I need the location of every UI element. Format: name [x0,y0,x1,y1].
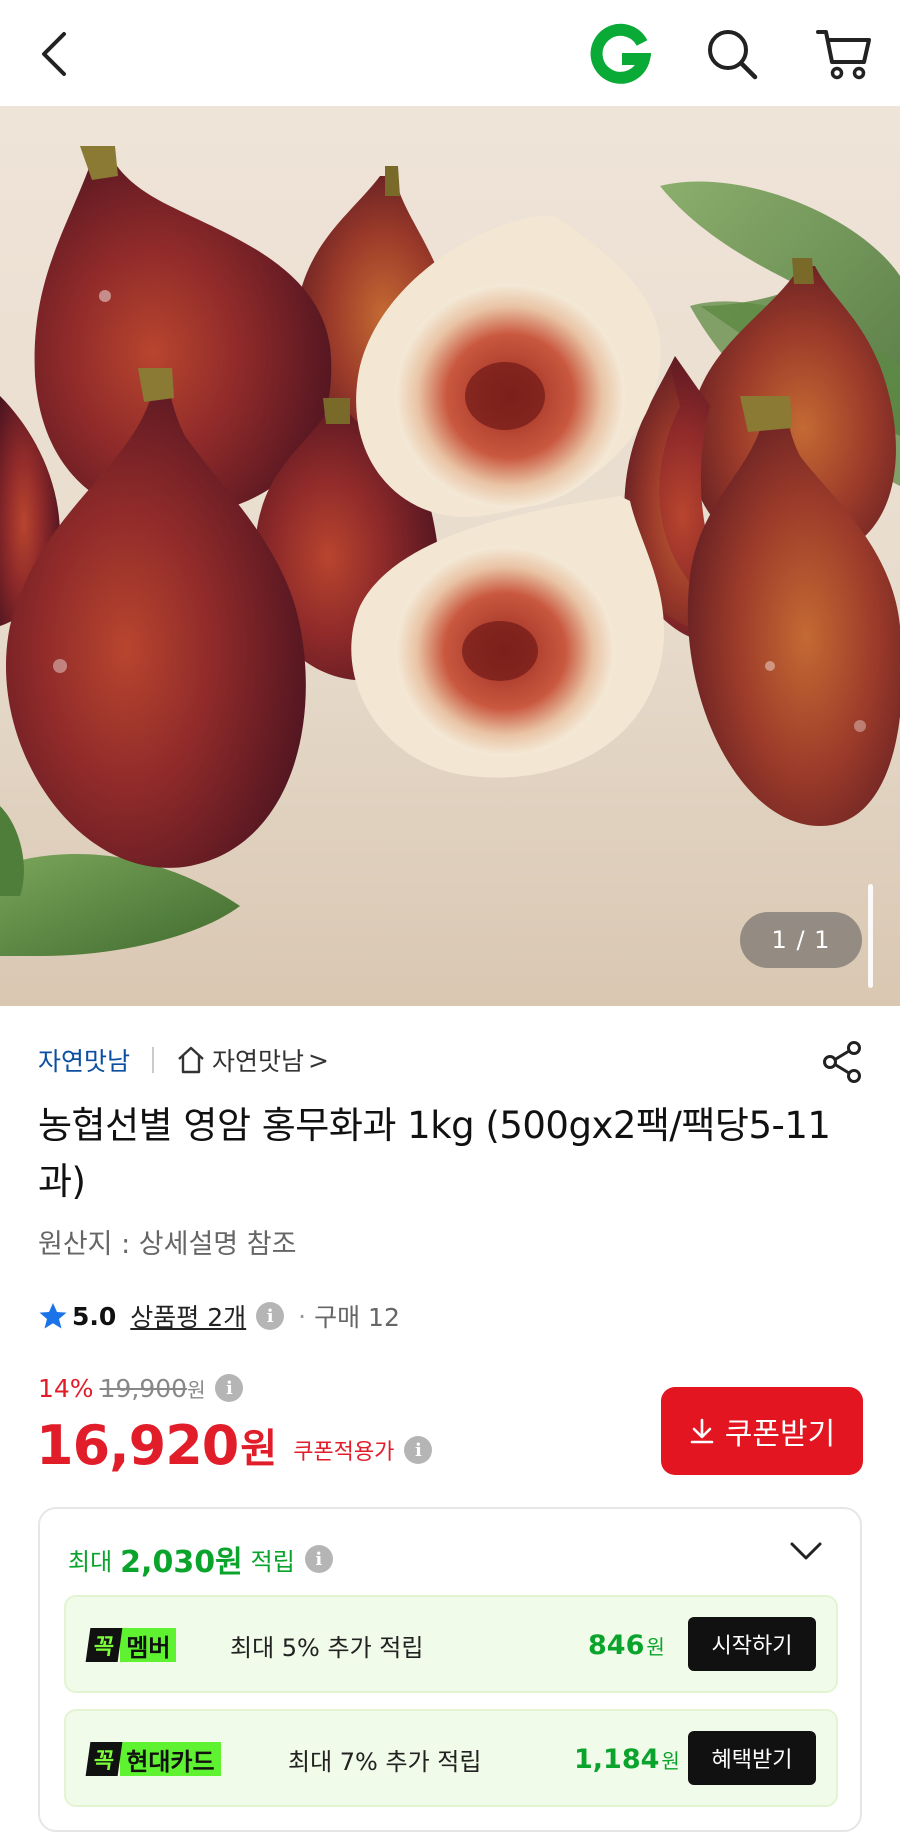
original-price: 19,900 [99,1373,188,1403]
sale-price: 16,920 [36,1413,239,1477]
seller-name-link[interactable]: 자연맛남 [38,1042,130,1078]
hyundai-card-badge: 꼭 현대카드 [85,1741,221,1777]
purchase-count: 구매 12 [314,1303,400,1332]
origin-info: 원산지 : 상세설명 참조 [38,1229,297,1260]
reward-panel: 최대 2,030원 적립 i 꼭 멤버 최대 5% 추가 적립 846 원 시작… [38,1507,862,1832]
info-icon[interactable]: i [256,1302,285,1330]
figs-photo [0,146,900,956]
rating-row: 5.0 상품평 2개 i · 구매 12 [38,1296,400,1336]
perk-amount: 846 원 [588,1627,665,1663]
badge-label: 현대카드 [120,1742,221,1776]
product-image[interactable] [0,106,900,1006]
get-benefit-button[interactable]: 혜택받기 [688,1731,816,1785]
start-button[interactable]: 시작하기 [688,1617,816,1671]
star-icon [39,1303,67,1329]
original-price-unit: 원 [187,1377,206,1402]
search-icon [708,30,758,80]
review-count-link[interactable]: 상품평 2개 [130,1298,246,1334]
reward-prefix: 최대 [68,1547,113,1576]
cart-icon [816,30,871,80]
seller-row: 자연맛남 자연맛남 > [38,1040,329,1080]
coupon-download-button[interactable]: 쿠폰받기 [661,1387,863,1475]
hyundai-card-perk-card: 꼭 현대카드 최대 7% 추가 적립 1,184 원 혜택받기 [64,1709,838,1807]
reward-suffix: 적립 [250,1547,295,1576]
top-bar [0,0,900,106]
gmarket-logo-button[interactable] [584,18,656,90]
home-icon [178,1046,204,1074]
badge-mark: 꼭 [85,1628,123,1662]
image-counter: 1 / 1 [740,912,862,968]
perk-description: 최대 7% 추가 적립 [288,1747,482,1776]
price-info-icon[interactable]: i [215,1374,244,1402]
discount-rate: 14% [38,1373,94,1403]
g-logo-icon [590,23,651,84]
product-title: 농협선별 영암 홍무화과 1kg (500gx2팩/팩당5-11과) [38,1104,831,1203]
chevron-right-icon: > [308,1045,329,1075]
member-perk-card: 꼭 멤버 최대 5% 추가 적립 846 원 시작하기 [64,1595,838,1693]
store-link[interactable]: 자연맛남 > [176,1042,329,1078]
rating-score: 5.0 [72,1301,117,1331]
separator-dot: · [298,1301,307,1331]
perk-amount: 1,184 원 [574,1741,680,1777]
expand-button[interactable] [788,1539,824,1567]
divider [152,1047,155,1073]
sale-price-row: 16,920 원 쿠폰적용가 i [36,1410,433,1480]
download-icon [690,1418,714,1444]
coupon-button-label: 쿠폰받기 [724,1417,836,1452]
chevron-left-icon [42,32,66,76]
badge-mark: 꼭 [85,1742,123,1776]
reward-amount: 2,030원 [120,1545,243,1580]
cart-button[interactable] [808,18,880,90]
badge-label: 멤버 [120,1628,177,1662]
reward-info-icon[interactable]: i [304,1545,333,1573]
share-button[interactable] [818,1038,866,1086]
store-link-label: 자연맛남 [212,1047,305,1076]
perk-description: 최대 5% 추가 적립 [230,1633,424,1662]
perk-amount-unit: 원 [661,1748,680,1773]
perk-amount-unit: 원 [646,1634,665,1659]
sale-price-unit: 원 [240,1426,278,1472]
perk-amount-value: 1,184 [574,1743,660,1775]
member-badge: 꼭 멤버 [85,1627,177,1663]
back-button[interactable] [20,18,92,90]
coupon-applied-label: 쿠폰적용가 [293,1440,395,1465]
price-original-row: 14% 19,900 원 i [38,1370,244,1406]
share-icon [823,1041,861,1083]
perk-amount-value: 846 [588,1629,645,1661]
scrollbar[interactable] [868,884,873,988]
search-button[interactable] [696,18,768,90]
chevron-down-icon [790,1542,822,1560]
coupon-info-icon[interactable]: i [404,1436,433,1464]
reward-header: 최대 2,030원 적립 i [68,1537,333,1581]
